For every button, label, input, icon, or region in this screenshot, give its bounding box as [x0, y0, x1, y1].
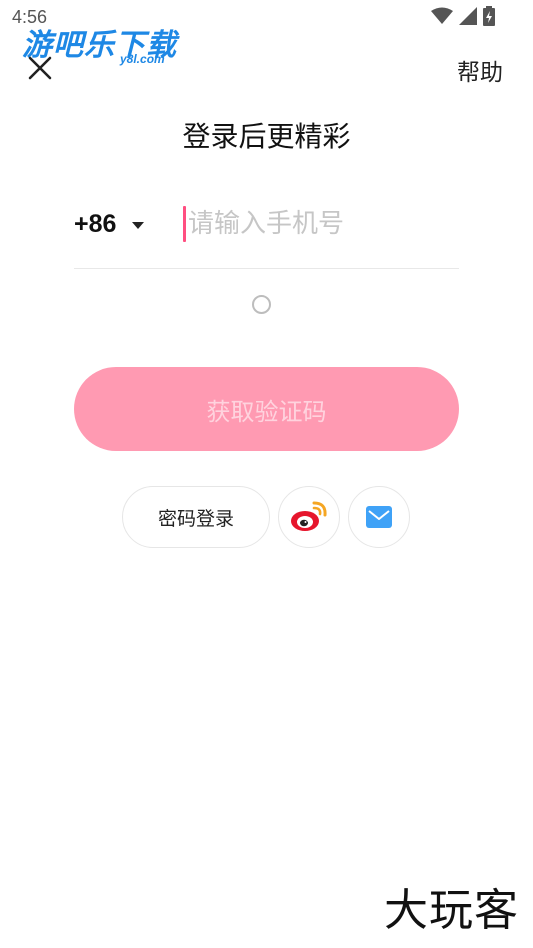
weibo-icon [291, 501, 327, 531]
phone-input-row: +86 [74, 198, 459, 269]
email-login-button[interactable] [348, 486, 410, 548]
close-icon [28, 56, 52, 80]
password-login-button[interactable]: 密码登录 [122, 486, 270, 548]
close-button[interactable] [26, 54, 54, 82]
watermark-subtext: y8l.com [120, 52, 165, 66]
wifi-icon [431, 7, 453, 24]
signal-icon [459, 7, 477, 25]
text-cursor [183, 206, 186, 242]
agreement-radio[interactable] [252, 295, 271, 314]
phone-number-input[interactable] [188, 204, 456, 244]
country-code-selector[interactable]: +86 [74, 210, 116, 239]
status-icons [431, 6, 495, 26]
get-verification-code-button[interactable]: 获取验证码 [74, 367, 459, 451]
brand-logo: 大玩客 [384, 885, 519, 936]
page-title: 登录后更精彩 [182, 120, 351, 153]
battery-icon [483, 6, 495, 26]
email-icon [366, 506, 392, 528]
help-link[interactable]: 帮助 [457, 53, 503, 87]
caret-down-icon[interactable] [132, 222, 144, 229]
weibo-login-button[interactable] [278, 486, 340, 548]
